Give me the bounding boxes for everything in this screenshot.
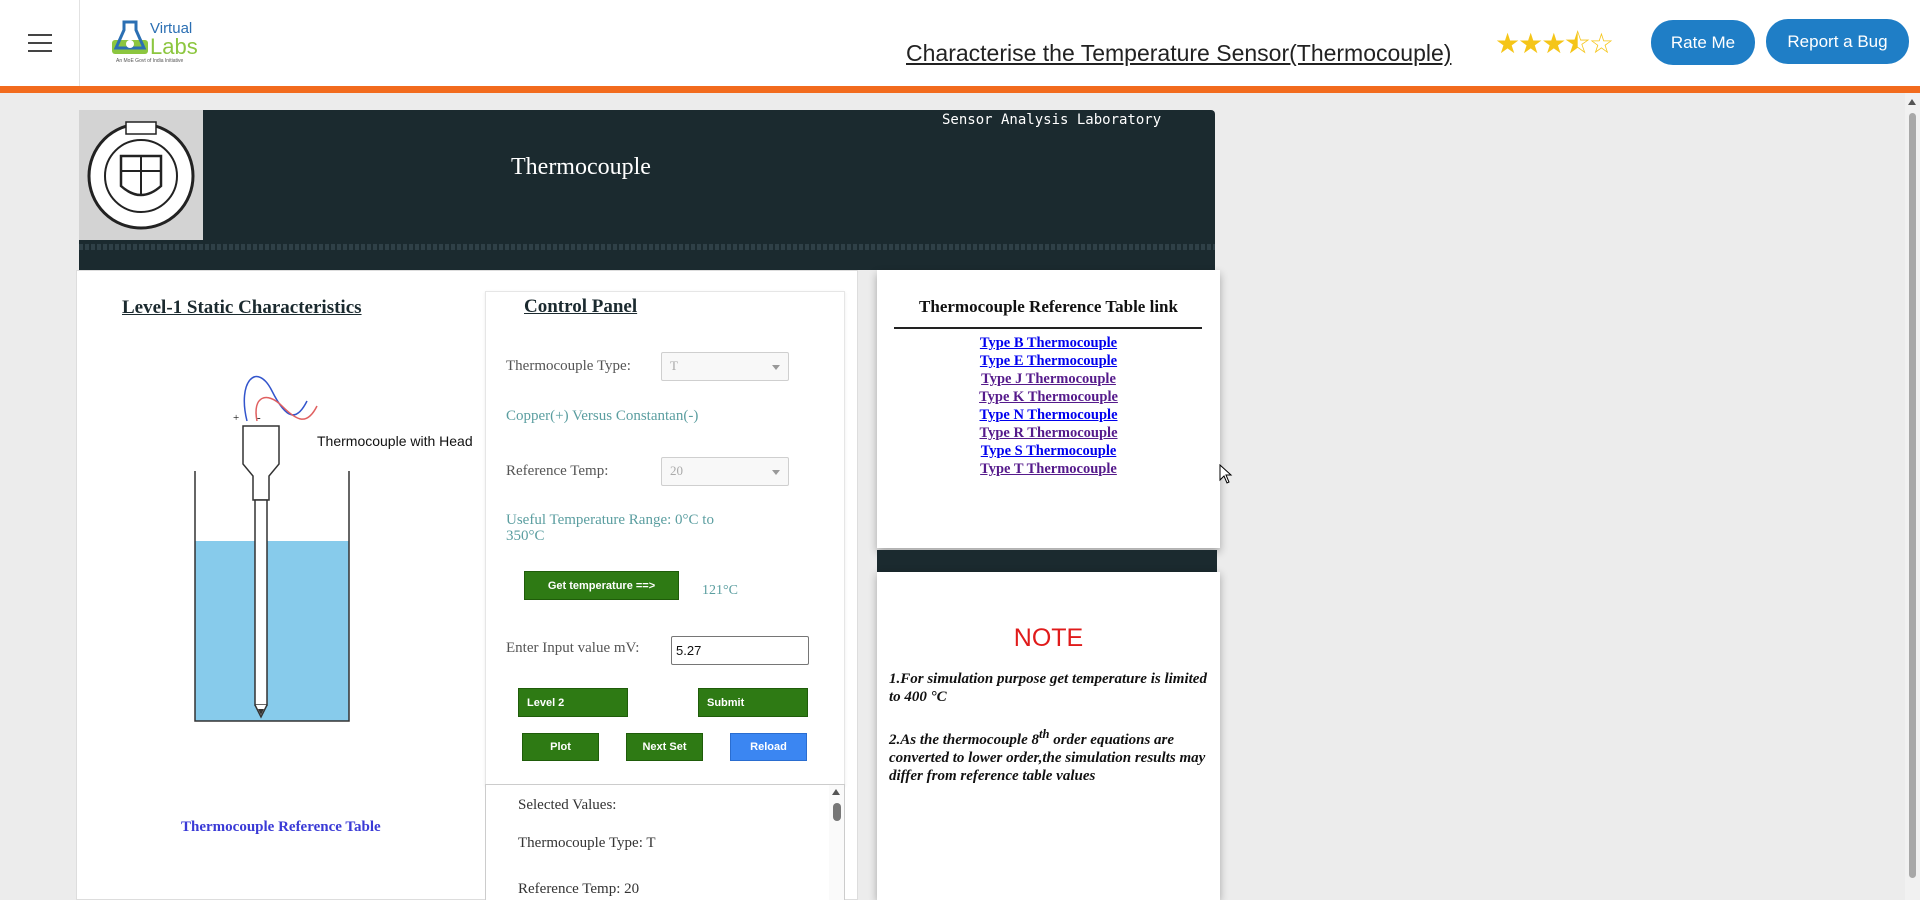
note-point-2-start: 2.As the thermocouple 8 (889, 732, 1040, 748)
note-point-2-sup: th (1039, 727, 1050, 741)
accent-divider (0, 86, 1920, 93)
note-title: NOTE (1013, 624, 1084, 652)
reference-link-item[interactable]: Type N Thermocouple (877, 406, 1220, 424)
chevron-down-icon (772, 365, 780, 370)
banner-title: Thermocouple (511, 154, 651, 180)
divider (894, 327, 1202, 329)
reference-link-item[interactable]: Type R Thermocouple (877, 424, 1220, 442)
scrollbar-thumb[interactable] (1909, 113, 1916, 878)
selected-values-title: Selected Values: (518, 797, 617, 813)
reload-button[interactable]: Reload (730, 733, 807, 761)
reference-temp-value: 20 (670, 463, 683, 478)
thermocouple-diagram: + - Thermocouple with Head (177, 371, 473, 731)
control-panel: Control Panel Thermocouple Type: T Coppe… (485, 291, 845, 786)
experiment-title[interactable]: Characterise the Temperature Sensor(Ther… (906, 40, 1451, 67)
logo-tagline: An MoE Govt of India Initiative (116, 58, 184, 64)
reference-link-item[interactable]: Type K Thermocouple (877, 388, 1220, 406)
mouse-cursor-icon (1219, 464, 1233, 484)
diagram-caption: Thermocouple with Head (317, 433, 473, 449)
input-mv-field[interactable] (671, 636, 809, 665)
level-2-button[interactable]: Level 2 (518, 688, 628, 717)
reference-link-item[interactable]: Type B Thermocouple (877, 334, 1220, 352)
plot-button[interactable]: Plot (522, 733, 599, 761)
note-point-2: 2.As the thermocouple 8th order equation… (889, 725, 1209, 785)
virtual-labs-logo[interactable]: Virtual Labs An MoE Govt of India Initia… (110, 16, 200, 68)
scrollbar-thumb[interactable] (833, 803, 841, 821)
reference-link-item[interactable]: Type J Thermocouple (877, 370, 1220, 388)
reference-table-link[interactable]: Thermocouple Reference Table (181, 819, 381, 836)
rating-stars[interactable]: ★★★⯪☆ (1495, 23, 1614, 71)
flask-icon (112, 20, 148, 54)
thermocouple-type-value: T (670, 358, 678, 373)
selected-ref-line: Reference Temp: 20 (518, 881, 640, 897)
menu-button[interactable] (0, 0, 80, 86)
material-text: Copper(+) Versus Constantan(-) (506, 408, 699, 424)
selected-type-line: Thermocouple Type: T (518, 835, 656, 851)
card-separator (877, 550, 1217, 572)
reference-link-item[interactable]: Type T Thermocouple (877, 460, 1220, 478)
page-scrollbar[interactable] (1905, 93, 1920, 900)
reference-link-list: Type B Thermocouple Type E Thermocouple Ty… (877, 334, 1220, 478)
scroll-up-arrow-icon[interactable] (1908, 99, 1916, 105)
get-temperature-button[interactable]: Get temperature ==> (524, 571, 679, 600)
hamburger-icon (27, 31, 52, 55)
reference-link-item[interactable]: Type S Thermocouple (877, 442, 1220, 460)
next-set-button[interactable]: Next Set (626, 733, 703, 761)
lab-banner: Sensor Analysis Laboratory Thermocouple (79, 110, 1215, 240)
report-bug-button[interactable]: Report a Bug (1766, 19, 1909, 64)
temperature-readout: 121°C (702, 583, 738, 598)
college-seal-logo (79, 110, 203, 240)
reference-table-card: Thermocouple Reference Table link Type B… (877, 270, 1220, 548)
note-point-1: 1.For simulation purpose get temperature… (889, 671, 1207, 705)
input-mv-label: Enter Input value mV: (506, 640, 640, 656)
simulation-panel: Level-1 Static Characteristics + - Therm… (76, 270, 858, 900)
chevron-down-icon (772, 470, 780, 475)
reference-temp-label: Reference Temp: (506, 463, 609, 479)
top-nav-bar: Virtual Labs An MoE Govt of India Initia… (0, 0, 1920, 93)
banner-strip (79, 240, 1215, 270)
scroll-up-arrow-icon[interactable] (832, 789, 840, 795)
svg-text:-: - (257, 412, 261, 424)
useful-range-text: Useful Temperature Range: 0°C to 350°C (506, 512, 714, 544)
logo-text-labs: Labs (150, 34, 198, 59)
submit-button[interactable]: Submit (698, 688, 808, 717)
note-card: NOTE 1.For simulation purpose get temper… (877, 572, 1220, 900)
thermocouple-type-label: Thermocouple Type: (506, 358, 631, 374)
reference-card-title: Thermocouple Reference Table link (919, 297, 1178, 316)
thermocouple-type-select[interactable]: T (661, 352, 789, 381)
lab-name: Sensor Analysis Laboratory (942, 112, 1162, 128)
selected-values-scrollbar[interactable] (829, 785, 844, 900)
reference-temp-select[interactable]: 20 (661, 457, 789, 486)
level-title: Level-1 Static Characteristics (122, 297, 362, 318)
control-panel-title: Control Panel (524, 296, 638, 317)
svg-text:+: + (233, 412, 239, 424)
selected-values-box[interactable]: Selected Values: Thermocouple Type: T Re… (485, 784, 845, 900)
rate-me-button[interactable]: Rate Me (1651, 20, 1755, 65)
reference-link-item[interactable]: Type E Thermocouple (877, 352, 1220, 370)
